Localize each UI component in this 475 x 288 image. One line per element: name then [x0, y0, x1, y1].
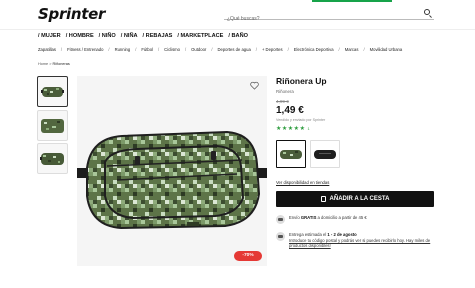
- main-navigation: / MUJER / HOMBRE / NIÑO / NIÑA / REBAJAS…: [0, 29, 475, 42]
- subnav-separator: /: [185, 46, 187, 52]
- thumbnail-bag-image: [41, 87, 64, 97]
- store-availability-link[interactable]: Ver disponibilidad en tiendas: [276, 180, 436, 185]
- product-info: Riñonera Up Riñonera 4,99 € 1,49 € Vendi…: [276, 76, 436, 249]
- rating[interactable]: ★ ★ ★ ★ ★ 1: [276, 126, 436, 132]
- nav-item-marketplace[interactable]: / MARKETPLACE: [177, 33, 223, 39]
- subnav-item[interactable]: Running: [115, 47, 131, 52]
- add-to-cart-button[interactable]: AÑADIR A LA CESTA: [276, 191, 434, 207]
- subnav-item[interactable]: Deportes de agua: [217, 47, 250, 52]
- discount-badge: -70%: [234, 251, 262, 261]
- search-bar: [224, 7, 434, 25]
- subnav-separator: /: [108, 46, 110, 52]
- add-to-cart-label: AÑADIR A LA CESTA: [329, 196, 390, 202]
- thumbnail-bag-image: [41, 119, 64, 133]
- rating-count[interactable]: 1: [307, 127, 309, 131]
- sprinter-logo[interactable]: Sprinter: [38, 5, 105, 23]
- subnav-separator: /: [158, 46, 160, 52]
- variant-black[interactable]: [310, 140, 340, 168]
- subnav-item[interactable]: + Deportes: [262, 47, 283, 52]
- product-main-image[interactable]: [77, 76, 267, 266]
- subnav-separator: /: [211, 46, 213, 52]
- shipping-free-row: Envío GRATIS a domicilio a partir de 45 …: [276, 215, 436, 224]
- delivery-text: Entrega estimada el 1 - 2 de agosto Intro…: [289, 232, 431, 249]
- sub-navigation: Zapatillas / Fitness / Entrenado / Running…: [0, 43, 475, 55]
- subnav-item[interactable]: Fútbol: [141, 47, 153, 52]
- top-header: Sprinter: [0, 0, 475, 30]
- current-price: 1,49 €: [276, 105, 304, 116]
- search-input[interactable]: [224, 13, 414, 25]
- variant-camo-image: [280, 150, 302, 159]
- calendar-icon: [276, 232, 285, 241]
- thumbnail-3[interactable]: [37, 143, 68, 174]
- subnav-separator: /: [363, 46, 365, 52]
- subnav-item[interactable]: Marcas: [345, 47, 359, 52]
- thumbnail-2[interactable]: [37, 110, 68, 141]
- accent-bar: [312, 0, 392, 2]
- sold-by-text: Vendido y enviado por Sprinter: [276, 118, 326, 122]
- variant-black-image: [314, 150, 336, 159]
- nav-item-rebajas[interactable]: / REBAJAS: [143, 33, 173, 39]
- star-icon: ★: [287, 126, 294, 132]
- subnav-item[interactable]: Electrónica Deportiva: [294, 47, 334, 52]
- breadcrumb-current[interactable]: Riñoneras: [52, 62, 69, 66]
- star-icon: ★: [293, 126, 300, 132]
- nav-item-nina[interactable]: / NIÑA: [121, 33, 138, 39]
- subnav-separator: /: [135, 46, 137, 52]
- shopping-bag-icon: [320, 196, 326, 202]
- subnav-item[interactable]: Zapatillas: [38, 47, 56, 52]
- subnav-item[interactable]: Movilidad Urbana: [370, 47, 403, 52]
- thumbnail-1[interactable]: [37, 76, 68, 107]
- subnav-item[interactable]: Fitness / Entrenado: [67, 47, 103, 52]
- breadcrumb-home[interactable]: Home: [38, 62, 48, 66]
- heart-icon[interactable]: [250, 81, 259, 90]
- star-icon: ★: [276, 126, 282, 132]
- subnav-separator: /: [287, 46, 289, 52]
- nav-item-nino[interactable]: / NIÑO: [99, 33, 116, 39]
- product-title: Riñonera Up: [276, 76, 327, 86]
- subnav-separator: /: [255, 46, 257, 52]
- breadcrumb: Home > Riñoneras: [38, 62, 70, 66]
- bag-illustration: [77, 130, 267, 230]
- subnav-separator: /: [338, 46, 340, 52]
- variant-camo[interactable]: [276, 140, 306, 168]
- star-icon: ★: [281, 126, 288, 132]
- old-price: 4,99 €: [276, 99, 289, 104]
- product-brand[interactable]: Riñonera: [276, 89, 436, 94]
- free-shipping-text: Envío GRATIS a domicilio a partir de 45 …: [289, 215, 367, 220]
- truck-icon: [276, 215, 285, 224]
- postal-code-link[interactable]: Introduce tu código postal y podrás ver …: [289, 238, 430, 249]
- star-icon: ★: [299, 126, 305, 132]
- color-variants: [276, 140, 436, 168]
- subnav-separator: /: [60, 46, 63, 52]
- subnav-item[interactable]: Outdoor: [191, 47, 206, 52]
- nav-item-hombre[interactable]: / HOMBRE: [66, 33, 94, 39]
- delivery-row: Entrega estimada el 1 - 2 de agosto Intro…: [276, 232, 436, 249]
- subnav-item[interactable]: Ciclismo: [164, 47, 180, 52]
- nav-item-mujer[interactable]: / MUJER: [38, 33, 61, 39]
- nav-item-bano[interactable]: / BAÑO: [228, 33, 248, 39]
- search-icon[interactable]: [424, 9, 430, 15]
- thumbnail-bag-image: [40, 153, 64, 165]
